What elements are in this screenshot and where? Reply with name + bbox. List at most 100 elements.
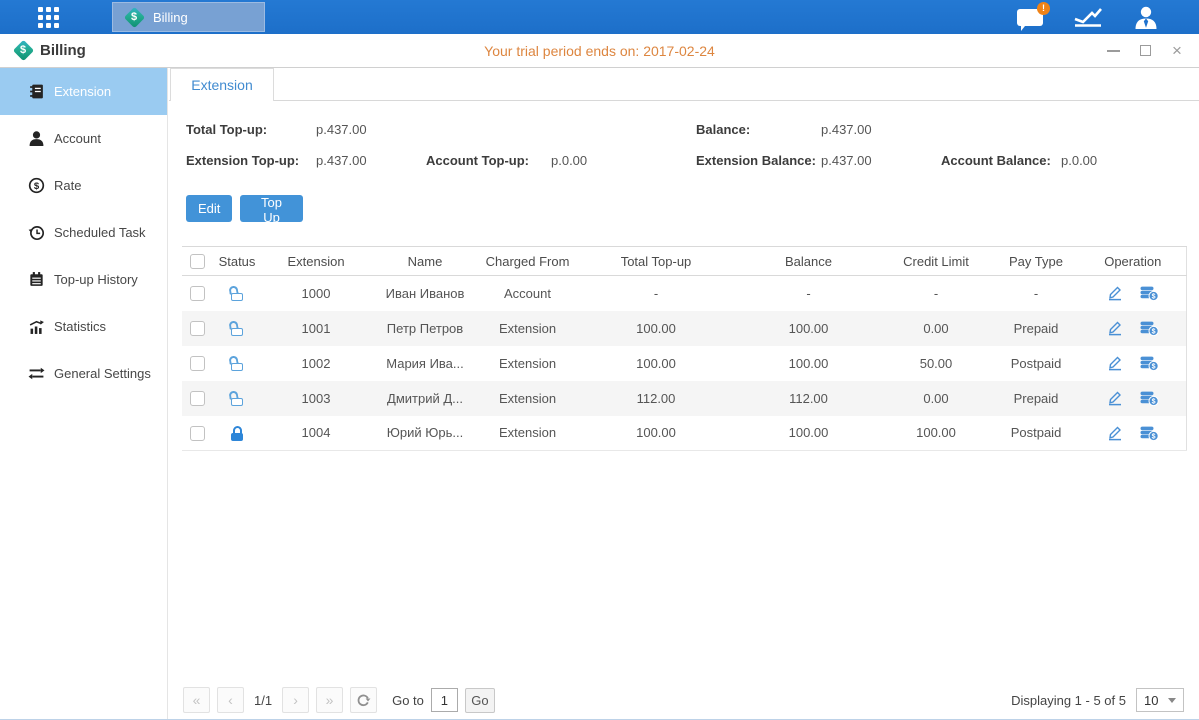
edit-icon[interactable] [1107, 285, 1123, 301]
col-status: Status [212, 247, 262, 276]
svg-text:$: $ [1151, 328, 1155, 335]
tab-extension[interactable]: Extension [170, 68, 274, 101]
user-account-icon[interactable] [1133, 5, 1159, 29]
apps-grid-icon[interactable] [38, 7, 59, 28]
col-total-topup: Total Top-up [575, 247, 737, 276]
lock-icon[interactable] [229, 286, 245, 301]
col-pay-type: Pay Type [992, 247, 1080, 276]
pagination-summary: Displaying 1 - 5 of 5 10 [1011, 686, 1184, 714]
sidebar-item-label: Top-up History [54, 272, 138, 287]
select-row-checkbox[interactable] [190, 391, 205, 406]
next-page-button[interactable]: › [282, 687, 309, 713]
col-balance: Balance [737, 247, 880, 276]
page-size-select[interactable]: 10 [1136, 688, 1184, 712]
sidebar-item-rate[interactable]: $ Rate [0, 162, 167, 209]
bar-chart-icon [28, 318, 45, 335]
resource-monitor-icon[interactable] [1073, 5, 1103, 29]
sidebar-item-account[interactable]: Account [0, 115, 167, 162]
cell-extension: 1000 [262, 276, 370, 311]
edit-icon[interactable] [1107, 425, 1123, 441]
extension-topup-label: Extension Top-up: [186, 153, 299, 168]
topup-icon[interactable]: $ [1139, 355, 1159, 371]
cell-extension: 1003 [262, 381, 370, 416]
go-button[interactable]: Go [465, 688, 495, 713]
lock-icon[interactable] [229, 321, 245, 336]
account-topup-label: Account Top-up: [426, 153, 529, 168]
cell-balance: 100.00 [737, 311, 880, 346]
lock-icon[interactable] [229, 391, 245, 406]
cell-extension: 1002 [262, 346, 370, 381]
col-charged-from: Charged From [480, 247, 575, 276]
goto-label: Go to [392, 693, 424, 708]
cell-name: Мария Ива... [370, 346, 480, 381]
refresh-button[interactable] [350, 687, 377, 713]
previous-page-button[interactable]: ‹ [217, 687, 244, 713]
select-all-checkbox[interactable] [190, 254, 205, 269]
top-bar: $ Billing ! [0, 0, 1199, 34]
cell-charged-from: Extension [480, 346, 575, 381]
sidebar-item-scheduled-task[interactable]: Scheduled Task [0, 209, 167, 256]
cell-extension: 1004 [262, 416, 370, 451]
cell-credit-limit: 0.00 [880, 381, 992, 416]
cell-credit-limit: 0.00 [880, 311, 992, 346]
cell-balance: 100.00 [737, 416, 880, 451]
cell-pay-type: Prepaid [992, 311, 1080, 346]
select-row-checkbox[interactable] [190, 426, 205, 441]
dollar-circle-icon: $ [28, 177, 45, 194]
svg-text:$: $ [34, 181, 40, 192]
col-extension: Extension [262, 247, 370, 276]
extension-balance-value: p.437.00 [821, 153, 872, 168]
topup-icon[interactable]: $ [1139, 320, 1159, 336]
refresh-icon [356, 693, 371, 708]
history-clock-icon [28, 224, 45, 241]
close-icon[interactable]: × [1169, 43, 1185, 59]
table-header-row: Status Extension Name Charged From Total… [182, 247, 1186, 276]
cell-total-topup: 112.00 [575, 381, 737, 416]
edit-button[interactable]: Edit [186, 195, 232, 222]
cell-balance: 112.00 [737, 381, 880, 416]
cell-name: Петр Петров [370, 311, 480, 346]
edit-icon[interactable] [1107, 320, 1123, 336]
first-page-button[interactable]: « [183, 687, 210, 713]
edit-icon[interactable] [1107, 355, 1123, 371]
lock-icon[interactable] [229, 356, 245, 371]
sidebar-item-topup-history[interactable]: Top-up History [0, 256, 167, 303]
top-up-button[interactable]: Top Up [240, 195, 303, 222]
sliders-icon [28, 365, 45, 382]
last-page-button[interactable]: » [316, 687, 343, 713]
cell-name: Дмитрий Д... [370, 381, 480, 416]
maximize-icon[interactable] [1137, 43, 1153, 59]
topup-icon[interactable]: $ [1139, 285, 1159, 301]
notification-badge: ! [1037, 2, 1050, 15]
select-row-checkbox[interactable] [190, 321, 205, 336]
topup-icon[interactable]: $ [1139, 425, 1159, 441]
billing-diamond-icon: $ [123, 6, 145, 28]
trial-notice: Your trial period ends on: 2017-02-24 [0, 34, 1199, 67]
cell-charged-from: Extension [480, 311, 575, 346]
select-row-checkbox[interactable] [190, 286, 205, 301]
col-credit-limit: Credit Limit [880, 247, 992, 276]
minimize-icon[interactable] [1105, 43, 1121, 59]
sidebar-item-extension[interactable]: Extension [0, 68, 167, 115]
app-window: $ Billing ! [0, 0, 1199, 720]
table-row: 1002 Мария Ива... Extension 100.00 100.0… [182, 346, 1186, 381]
billing-app-tab[interactable]: $ Billing [112, 2, 265, 32]
balance-summary: Total Top-up: p.437.00 Balance: p.437.00… [169, 120, 1199, 190]
select-row-checkbox[interactable] [190, 356, 205, 371]
messages-icon[interactable]: ! [1017, 9, 1043, 26]
table-row: 1001 Петр Петров Extension 100.00 100.00… [182, 311, 1186, 346]
edit-icon[interactable] [1107, 390, 1123, 406]
sidebar-item-label: Rate [54, 178, 81, 193]
total-topup-value: p.437.00 [316, 122, 367, 137]
sidebar-item-statistics[interactable]: Statistics [0, 303, 167, 350]
topup-icon[interactable]: $ [1139, 390, 1159, 406]
total-topup-label: Total Top-up: [186, 122, 267, 137]
sidebar-item-general-settings[interactable]: General Settings [0, 350, 167, 397]
notebook-icon [28, 83, 45, 100]
sidebar-item-label: General Settings [54, 366, 151, 381]
sidebar-item-label: Statistics [54, 319, 106, 334]
lock-icon[interactable] [229, 426, 245, 441]
goto-page-input[interactable] [431, 688, 458, 712]
cell-name: Иван Иванов [370, 276, 480, 311]
table-row: 1004 Юрий Юрь... Extension 100.00 100.00… [182, 416, 1186, 451]
